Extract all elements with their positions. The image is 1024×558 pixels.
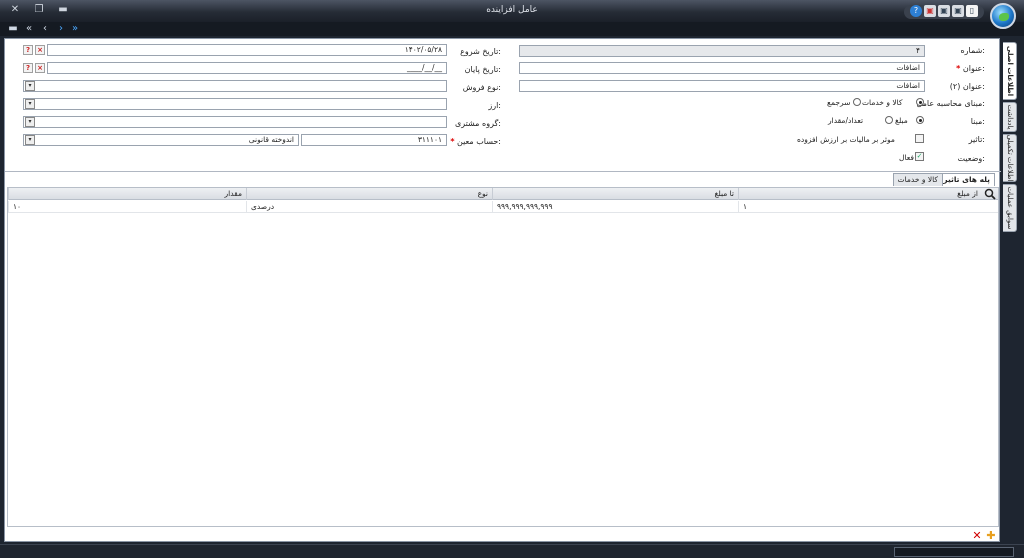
cell-type: درصدی (246, 201, 492, 213)
calc-basis-total-label: سرجمع (827, 98, 851, 107)
table-row[interactable]: ۱ ۹۹۹,۹۹۹,۹۹۹,۹۹۹ درصدی ۱۰ (8, 201, 998, 213)
calc-basis-label: مبنای محاسبه عامل: (916, 99, 985, 108)
side-tab-main-info[interactable]: اطلاعات اصلی (1003, 42, 1017, 100)
next-record-icon[interactable]: › (54, 23, 68, 35)
form-divider (5, 171, 1001, 172)
required-mark: * (956, 64, 961, 73)
effect-label: تاثیر: (968, 135, 985, 144)
start-date-label: تاریخ شروع: (460, 47, 501, 56)
toolbar: ? ▣ ▣ ▣ ▯ (904, 5, 984, 19)
grid-header: از مبلغ تا مبلغ نوع مقدار (8, 188, 998, 200)
search-icon[interactable] (984, 188, 996, 200)
cell-to: ۹۹۹,۹۹۹,۹۹۹,۹۹۹ (492, 201, 738, 213)
main-panel: شماره: ۴ * عنوان: اضافات عنوان (۲): اضاف… (4, 38, 1001, 542)
end-date-field[interactable]: __/__/____ (47, 62, 447, 74)
account-dropdown-icon[interactable]: ▾ (25, 135, 35, 145)
account-required-mark: * (450, 137, 455, 146)
calc-basis-goods-radio[interactable] (916, 98, 924, 106)
calc-basis-total-radio[interactable] (853, 98, 861, 106)
vat-effect-label: موثر بر مالیات بر ارزش افزوده (797, 135, 895, 144)
column-header-amount[interactable]: مقدار (8, 188, 246, 200)
side-tab-notes[interactable]: یادداشت (1003, 102, 1017, 132)
add-row-icon[interactable]: ✚ (985, 530, 997, 542)
sale-type-label: نوع فروش: (462, 83, 501, 92)
cell-amount: ۱۰ (8, 201, 246, 213)
delete-row-icon[interactable]: ✕ (971, 530, 983, 542)
title-label: * عنوان: (954, 64, 985, 73)
side-tab-history-label: سوابق عملیات (1005, 186, 1014, 230)
column-header-from[interactable]: از مبلغ (738, 188, 982, 200)
print-icon[interactable]: ▣ (952, 5, 964, 17)
column-header-type[interactable]: نوع (246, 188, 492, 200)
currency-dropdown-icon[interactable]: ▾ (25, 99, 35, 109)
sale-type-dropdown-icon[interactable]: ▾ (25, 81, 35, 91)
app-logo-icon (990, 3, 1016, 29)
side-tab-extra-info[interactable]: اطلاعات تکمیلی (1003, 134, 1017, 182)
menu-icon[interactable]: ▬ (6, 23, 20, 35)
new-document-icon[interactable]: ▯ (966, 5, 978, 17)
effect-steps-grid: از مبلغ تا مبلغ نوع مقدار ۱ ۹۹۹,۹۹۹,۹۹۹,… (7, 187, 999, 527)
basis-quantity-label: تعداد/مقدار (828, 116, 864, 125)
calc-basis-goods-label: کالا و خدمات (862, 98, 903, 107)
save-icon[interactable]: ▣ (924, 5, 936, 17)
basis-quantity-radio[interactable] (885, 116, 893, 124)
status-bar (0, 544, 1024, 558)
basis-label: مبنا: (970, 117, 985, 126)
sale-type-select[interactable] (23, 80, 447, 92)
vat-effect-checkbox[interactable] (915, 134, 924, 143)
side-tab-extra-info-label: اطلاعات تکمیلی (1005, 134, 1014, 182)
start-date-field[interactable]: ۱۴۰۲/۰۵/۲۸ (47, 44, 447, 56)
status-label: وضعیت: (957, 154, 986, 163)
number-field[interactable]: ۴ (519, 45, 925, 57)
side-tab-notes-label: یادداشت (1005, 104, 1014, 130)
account-label: * حساب معین: (448, 137, 501, 146)
title-label-text: عنوان: (962, 64, 985, 73)
title2-field[interactable]: اضافات (519, 80, 925, 92)
title2-label: عنوان (۲): (949, 82, 985, 91)
end-date-clear-icon[interactable]: × (35, 63, 45, 73)
tab-effect-steps[interactable]: پله های تاثیر (938, 173, 995, 186)
basis-amount-radio[interactable] (916, 116, 924, 124)
account-label-text: حساب معین: (457, 137, 501, 146)
end-date-picker-icon[interactable]: ? (23, 63, 33, 73)
tab-goods-services[interactable]: کالا و خدمات (892, 173, 943, 186)
active-checkbox[interactable]: ✓ (915, 152, 924, 161)
currency-label: ارز: (488, 101, 501, 110)
status-field (894, 547, 1014, 557)
start-date-clear-icon[interactable]: × (35, 45, 45, 55)
window-title: عامل افزاینده (486, 5, 538, 15)
account-name-select[interactable]: اندوخته قانونی (23, 134, 299, 146)
column-header-to[interactable]: تا مبلغ (492, 188, 738, 200)
active-label: فعال (899, 153, 914, 162)
help-icon[interactable]: ? (910, 5, 922, 17)
record-navigation-bar: ▬ « ‹ › » (0, 22, 1024, 36)
first-record-icon[interactable]: « (22, 23, 36, 35)
customer-group-dropdown-icon[interactable]: ▾ (25, 117, 35, 127)
start-date-picker-icon[interactable]: ? (23, 45, 33, 55)
account-code-field[interactable]: ۳۱۱۱۰۱ (301, 134, 447, 146)
customer-group-label: گروه مشتری: (454, 119, 501, 128)
number-label: شماره: (960, 46, 985, 55)
last-record-icon[interactable]: » (68, 23, 82, 35)
basis-amount-label: مبلغ (895, 116, 908, 125)
previous-record-icon[interactable]: ‹ (38, 23, 52, 35)
title-bar: ✕ ❐ ▬ عامل افزاینده ? ▣ ▣ ▣ ▯ (0, 0, 1024, 29)
copy-icon[interactable]: ▣ (938, 5, 950, 17)
side-tab-history[interactable]: سوابق عملیات (1003, 184, 1017, 232)
customer-group-select[interactable] (23, 116, 447, 128)
cell-from: ۱ (738, 201, 982, 213)
end-date-label: تاریخ پایان: (464, 65, 501, 74)
currency-select[interactable] (23, 98, 447, 110)
title-field[interactable]: اضافات (519, 62, 925, 74)
side-tab-main-info-label: اطلاعات اصلی (1005, 45, 1014, 97)
